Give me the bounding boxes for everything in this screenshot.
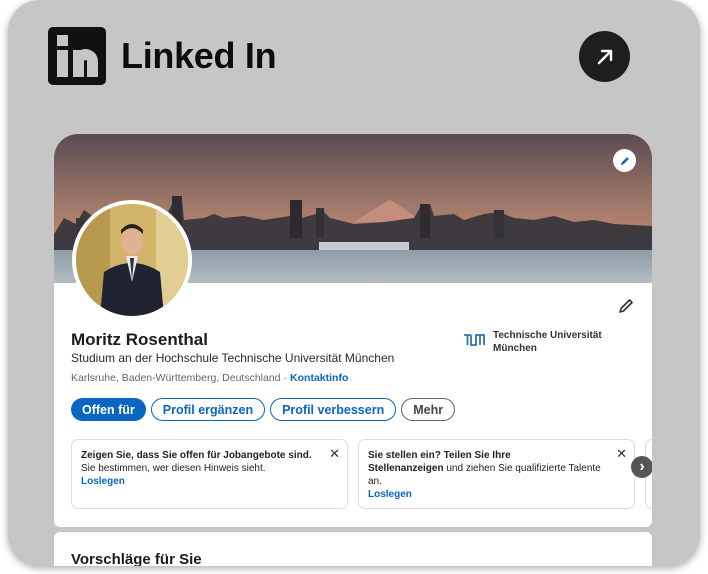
hint-body: Sie bestimmen, wer diesen Hinweis sieht. xyxy=(81,463,266,474)
add-profile-section-button[interactable]: Profil ergänzen xyxy=(150,398,266,421)
avatar[interactable] xyxy=(72,200,192,320)
pencil-icon xyxy=(619,299,633,313)
brand-name: Linked In xyxy=(121,35,277,76)
open-external-button[interactable] xyxy=(579,31,630,82)
tum-logo-icon xyxy=(464,334,485,346)
get-started-link[interactable]: Loslegen xyxy=(368,488,624,501)
linkedin-logo-icon xyxy=(48,27,106,85)
enhance-profile-button[interactable]: Profil verbessern xyxy=(270,398,397,421)
school-name: Technische Universität München xyxy=(493,330,602,354)
open-to-button[interactable]: Offen für xyxy=(71,398,146,421)
profile-card: Moritz Rosenthal Studium an der Hochschu… xyxy=(54,134,652,527)
get-started-link[interactable]: Loslegen xyxy=(81,475,337,488)
hint-bold-lead: Sie stellen ein? Teilen Sie Ihre xyxy=(368,450,511,461)
contact-info-link[interactable]: Kontaktinfo xyxy=(290,372,348,384)
edit-profile-button[interactable] xyxy=(616,296,636,316)
profile-location: Karlsruhe, Baden-Württemberg, Deutschlan… xyxy=(71,372,348,384)
profile-name: Moritz Rosenthal xyxy=(71,330,208,349)
suggestions-title: Vorschläge für Sie xyxy=(71,551,202,566)
hint-bold: Zeigen Sie, dass Sie offen für Jobangebo… xyxy=(81,450,312,461)
profile-actions: Offen für Profil ergänzen Profil verbess… xyxy=(71,398,456,421)
edit-banner-button[interactable] xyxy=(613,149,636,172)
more-button[interactable]: Mehr xyxy=(401,398,456,421)
open-to-work-hint: ✕ Zeigen Sie, dass Sie offen für Jobange… xyxy=(71,439,348,509)
arrow-up-right-icon xyxy=(597,49,612,64)
location-text: Karlsruhe, Baden-Württemberg, Deutschlan… xyxy=(71,372,281,384)
brand: Linked In xyxy=(48,27,277,85)
linkedin-widget: Linked In Moritz Rosenthal Studium an de… xyxy=(8,0,700,566)
chevron-right-icon: › xyxy=(639,458,645,475)
carousel-next-button[interactable]: › xyxy=(631,456,652,478)
pencil-icon xyxy=(620,156,629,165)
hint-bold: Stellenanzeigen xyxy=(368,463,444,474)
hint-text: Sie stellen ein? Teilen Sie Ihre Stellen… xyxy=(368,449,613,488)
education-entry[interactable]: Technische Universität München xyxy=(463,329,633,355)
close-icon[interactable]: ✕ xyxy=(329,447,340,460)
profile-headline: Studium an der Hochschule Technische Uni… xyxy=(71,351,395,365)
hiring-hint: ✕ Sie stellen ein? Teilen Sie Ihre Stell… xyxy=(358,439,635,509)
close-icon[interactable]: ✕ xyxy=(616,447,627,460)
location-separator: · xyxy=(283,372,288,384)
suggestions-card: Vorschläge für Sie xyxy=(54,532,652,566)
hint-text: Zeigen Sie, dass Sie offen für Jobangebo… xyxy=(81,449,326,475)
